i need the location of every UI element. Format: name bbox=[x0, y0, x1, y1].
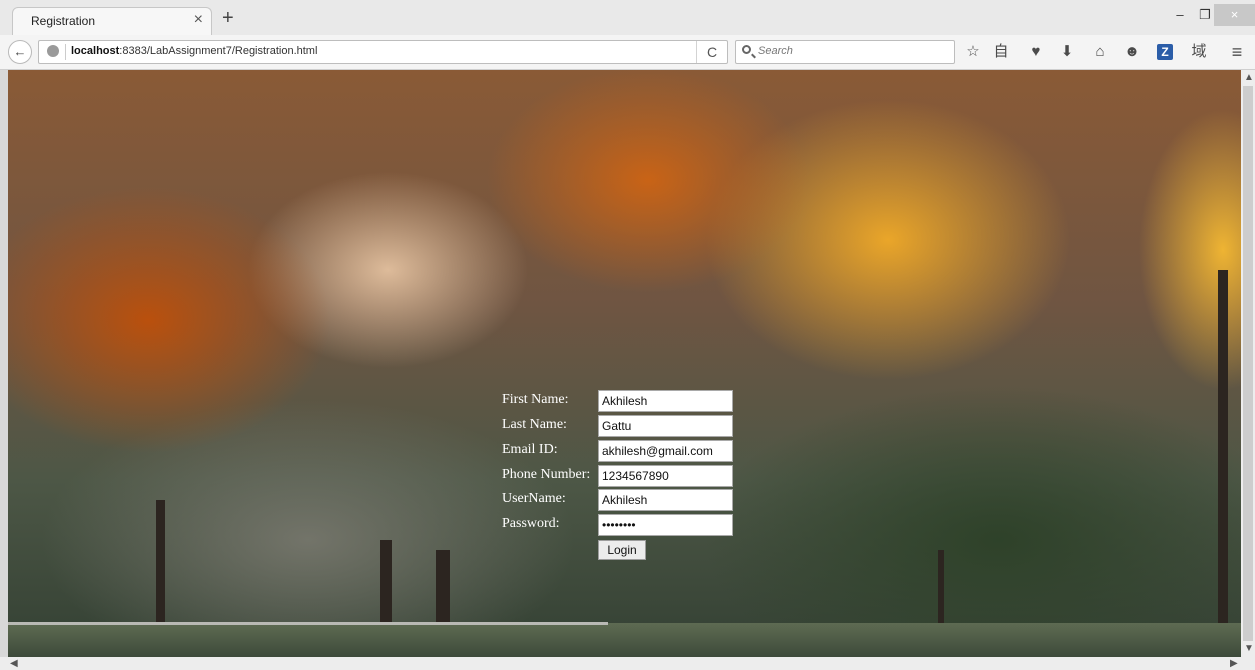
scroll-up-icon[interactable]: ▲ bbox=[1244, 72, 1254, 83]
page-viewport: First Name: Akhilesh Last Name: Gattu Em… bbox=[8, 70, 1241, 657]
first-name-label: First Name: bbox=[502, 392, 569, 407]
url-path: :8383/LabAssignment7/Registration.html bbox=[119, 45, 318, 57]
username-label: UserName: bbox=[502, 491, 566, 506]
nav-toolbar: ← localhost:8383/LabAssignment7/Registra… bbox=[0, 35, 1255, 70]
reading-list-icon[interactable]: 自 bbox=[990, 41, 1012, 63]
tab-title: Registration bbox=[31, 14, 96, 28]
menu-icon[interactable]: ≡ bbox=[1226, 41, 1248, 63]
search-icon bbox=[742, 45, 751, 54]
window-close-button[interactable]: × bbox=[1214, 4, 1255, 26]
vertical-scrollbar[interactable]: ▲ ▼ bbox=[1241, 70, 1255, 657]
password-field[interactable]: •••••••• bbox=[598, 514, 733, 536]
zotero-icon[interactable]: Z bbox=[1157, 44, 1173, 60]
url-host: localhost bbox=[71, 45, 120, 57]
last-name-label: Last Name: bbox=[502, 417, 567, 432]
pocket-icon[interactable]: ♥ bbox=[1025, 41, 1047, 63]
phone-label: Phone Number: bbox=[502, 467, 591, 482]
login-button[interactable]: Login bbox=[598, 540, 646, 560]
last-name-field[interactable]: Gattu bbox=[598, 415, 733, 437]
username-field[interactable]: Akhilesh bbox=[598, 489, 733, 511]
tab-close-icon[interactable]: × bbox=[194, 11, 203, 29]
email-field[interactable]: akhilesh@gmail.com bbox=[598, 440, 733, 462]
password-label: Password: bbox=[502, 516, 560, 531]
search-bar[interactable]: Search bbox=[735, 40, 955, 64]
domain-icon[interactable]: 域 bbox=[1188, 41, 1210, 63]
site-identity-icon[interactable] bbox=[47, 45, 59, 57]
url-bar[interactable]: localhost:8383/LabAssignment7/Registrati… bbox=[38, 40, 728, 64]
new-tab-button[interactable]: + bbox=[222, 7, 234, 30]
scroll-down-icon[interactable]: ▼ bbox=[1244, 643, 1254, 654]
scroll-right-icon[interactable]: ▶ bbox=[1230, 658, 1238, 669]
back-button[interactable]: ← bbox=[8, 40, 32, 64]
first-name-field[interactable]: Akhilesh bbox=[598, 390, 733, 412]
horizontal-scrollbar[interactable]: ◀ ▶ bbox=[0, 657, 1255, 670]
tree-trunk bbox=[156, 500, 165, 640]
chat-icon[interactable]: ☻ bbox=[1121, 41, 1143, 63]
scroll-left-icon[interactable]: ◀ bbox=[10, 658, 18, 669]
reload-button[interactable]: C bbox=[696, 41, 727, 63]
phone-field[interactable]: 1234567890 bbox=[598, 465, 733, 487]
download-icon[interactable]: ⬇ bbox=[1056, 41, 1078, 63]
url-divider bbox=[65, 44, 66, 60]
vertical-scroll-thumb[interactable] bbox=[1243, 86, 1253, 641]
lawn bbox=[8, 623, 1241, 657]
tree-trunk bbox=[1218, 270, 1228, 640]
email-label: Email ID: bbox=[502, 442, 558, 457]
tab-strip: Registration × + – ❐ × bbox=[0, 0, 1255, 35]
url-text[interactable]: localhost:8383/LabAssignment7/Registrati… bbox=[71, 45, 317, 57]
tab-registration[interactable]: Registration × bbox=[12, 7, 212, 35]
home-icon[interactable]: ⌂ bbox=[1089, 41, 1111, 63]
bookmark-star-icon[interactable]: ☆ bbox=[962, 41, 984, 63]
park-path bbox=[8, 622, 608, 625]
search-placeholder: Search bbox=[758, 45, 793, 57]
